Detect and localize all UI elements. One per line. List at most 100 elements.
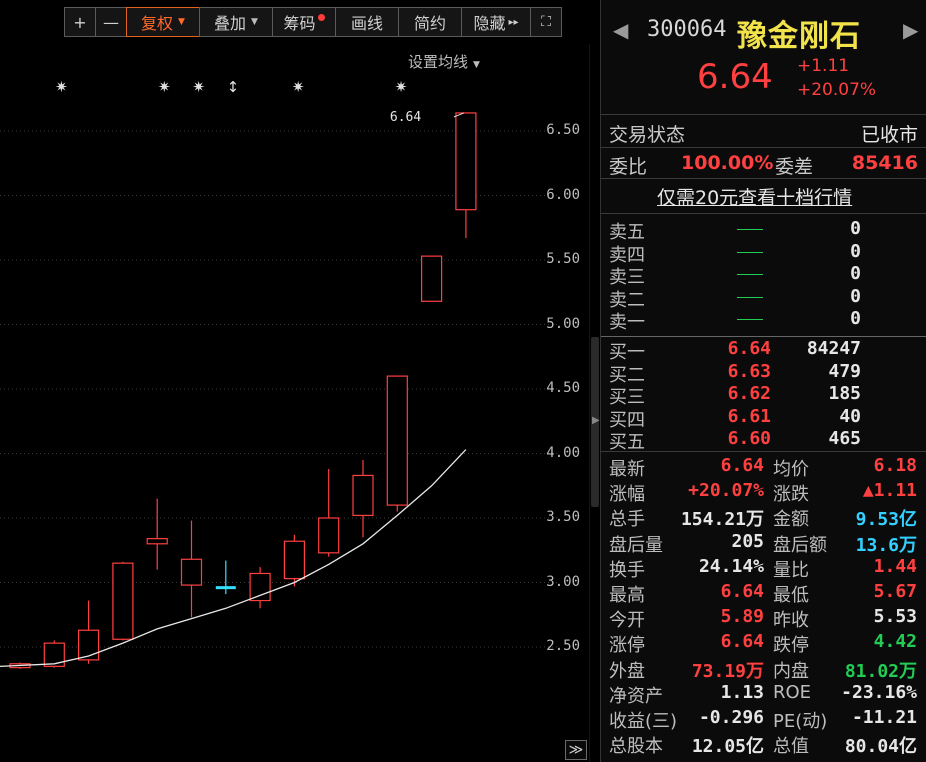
divider bbox=[601, 114, 926, 115]
divider bbox=[601, 147, 926, 148]
last-price: 6.64 bbox=[697, 57, 773, 97]
stock-name: 豫金刚石 bbox=[737, 19, 861, 54]
panel-collapse-handle[interactable]: ▶ bbox=[591, 337, 600, 507]
event-marker-icon[interactable]: ✷ bbox=[192, 78, 205, 96]
minus-icon: — bbox=[103, 12, 119, 32]
prev-stock-icon[interactable]: ◀ bbox=[613, 18, 628, 42]
ask-level-label: 卖一 bbox=[609, 312, 645, 334]
price-tick-label: 2.50 bbox=[546, 638, 580, 654]
stat-value: 5.53 bbox=[873, 606, 917, 628]
event-marker-icon[interactable]: ✷ bbox=[395, 78, 408, 96]
stat-label: 收益(三) bbox=[609, 711, 678, 732]
status-value: 已收市 bbox=[860, 124, 918, 146]
event-marker-icon[interactable]: ✷ bbox=[158, 78, 171, 96]
bid-price: 6.61 bbox=[727, 405, 771, 427]
status-label: 交易状态 bbox=[609, 124, 686, 146]
stat-label: 量比 bbox=[773, 559, 809, 581]
kline-chart[interactable]: ✷ ✷ ✷ ↕ ✷ ✷ 6.64 bbox=[0, 44, 590, 762]
stat-label: 内盘 bbox=[773, 660, 809, 682]
stat-value: 205 bbox=[731, 530, 764, 552]
level10-quote-link[interactable]: 仅需20元查看十档行情 bbox=[657, 183, 852, 210]
zoom-in-button[interactable]: + bbox=[64, 7, 96, 37]
stat-value: 1.44 bbox=[873, 555, 917, 577]
plus-icon: + bbox=[73, 12, 87, 32]
price-tick-label: 4.00 bbox=[546, 444, 580, 461]
stat-value: 13.6万 bbox=[855, 534, 917, 556]
stat-value: +20.07% bbox=[688, 480, 764, 502]
ask-row: 卖一 0 bbox=[609, 308, 919, 333]
book-divider bbox=[601, 336, 926, 337]
stat-row: 涨停 6.64 跌停 4.42 bbox=[609, 631, 921, 656]
price-change: +1.11 bbox=[797, 56, 850, 76]
stat-value: 9.53亿 bbox=[855, 509, 917, 531]
stat-value: 154.21万 bbox=[680, 509, 764, 531]
stat-row: 最新 6.64 均价 6.18 bbox=[609, 455, 921, 480]
ask-volume: 0 bbox=[850, 240, 861, 262]
stat-label: 外盘 bbox=[609, 660, 645, 682]
price-tick-label: 3.50 bbox=[546, 509, 580, 525]
event-marker-icon[interactable]: ↕ bbox=[227, 78, 240, 96]
no-price-dash bbox=[737, 296, 763, 298]
ask-volume: 0 bbox=[850, 263, 861, 285]
expand-button[interactable]: ≫ bbox=[565, 740, 587, 760]
caret-down-icon: ▼ bbox=[178, 17, 185, 27]
stat-label: 涨幅 bbox=[609, 484, 645, 506]
stock-code: 300064 bbox=[647, 17, 727, 42]
no-price-dash bbox=[737, 319, 763, 321]
huaxian-label: 画线 bbox=[350, 14, 383, 33]
stat-value: 1.13 bbox=[720, 681, 764, 703]
event-marker-icon[interactable]: ✷ bbox=[55, 78, 68, 96]
stat-value: 12.05亿 bbox=[691, 736, 764, 758]
ask-volume: 0 bbox=[850, 218, 861, 239]
event-marker-icon[interactable]: ✷ bbox=[292, 78, 305, 96]
stat-label: 均价 bbox=[773, 459, 809, 480]
bid-volume: 40 bbox=[839, 405, 861, 427]
stat-row: 外盘 73.19万 内盘 81.02万 bbox=[609, 657, 921, 682]
divider bbox=[601, 451, 926, 452]
chouma-button[interactable]: 筹码 bbox=[272, 7, 336, 37]
stat-label: 昨收 bbox=[773, 610, 809, 632]
yincang-button[interactable]: 隐藏 ▸▸ bbox=[461, 7, 531, 37]
stat-label: 涨跌 bbox=[773, 484, 809, 506]
stat-value: 80.04亿 bbox=[844, 736, 917, 758]
bid-price: 6.64 bbox=[727, 338, 771, 359]
bid-price: 6.60 bbox=[727, 428, 771, 450]
candle-body bbox=[215, 586, 236, 590]
candle-body bbox=[421, 255, 443, 302]
diejia-dropdown[interactable]: 叠加 ▼ bbox=[199, 7, 273, 37]
diejia-label: 叠加 bbox=[214, 14, 247, 33]
candle-body bbox=[112, 562, 134, 640]
stat-label: 盘后额 bbox=[773, 534, 827, 556]
huaxian-button[interactable]: 画线 bbox=[335, 7, 399, 37]
stat-value: ▲1.11 bbox=[862, 480, 917, 502]
stat-label: 总值 bbox=[773, 736, 809, 758]
price-tick-label: 3.00 bbox=[546, 573, 580, 590]
stat-label: 盘后量 bbox=[609, 534, 663, 556]
caret-down-icon: ▼ bbox=[251, 17, 258, 27]
candle-body bbox=[283, 540, 305, 580]
next-stock-icon[interactable]: ▶ bbox=[903, 18, 918, 42]
candle-body bbox=[352, 474, 374, 517]
bid-row: 买五 6.60 465 bbox=[609, 428, 919, 453]
divider bbox=[601, 178, 926, 179]
weicha-label: 委差 bbox=[775, 156, 814, 178]
double-arrow-right-icon: ▸▸ bbox=[508, 16, 519, 28]
bid-volume: 84247 bbox=[806, 338, 861, 359]
stat-label: PE(动) bbox=[773, 711, 828, 732]
zoom-out-button[interactable]: — bbox=[95, 7, 127, 37]
stat-row: 总股本 12.05亿 总值 80.04亿 bbox=[609, 732, 921, 758]
price-change-pct: +20.07% bbox=[797, 80, 877, 100]
bid-price: 6.62 bbox=[727, 383, 771, 405]
jianyue-button[interactable]: 简约 bbox=[398, 7, 462, 37]
fuquan-dropdown[interactable]: 复权 ▼ bbox=[126, 7, 200, 37]
stat-label: 最低 bbox=[773, 585, 809, 606]
bid-row: 买二 6.63 479 bbox=[609, 361, 919, 386]
status-row: 交易状态 已收市 bbox=[609, 120, 918, 147]
jianyue-label: 简约 bbox=[413, 14, 446, 33]
fullscreen-button[interactable]: ⛶ bbox=[530, 7, 562, 37]
stat-value: 5.89 bbox=[720, 606, 764, 628]
price-tick-label: 4.50 bbox=[546, 380, 580, 396]
stat-row: 换手 24.14% 量比 1.44 bbox=[609, 555, 921, 581]
yincang-label: 隐藏 bbox=[473, 14, 506, 33]
bid-row: 买一 6.64 84247 bbox=[609, 338, 919, 363]
